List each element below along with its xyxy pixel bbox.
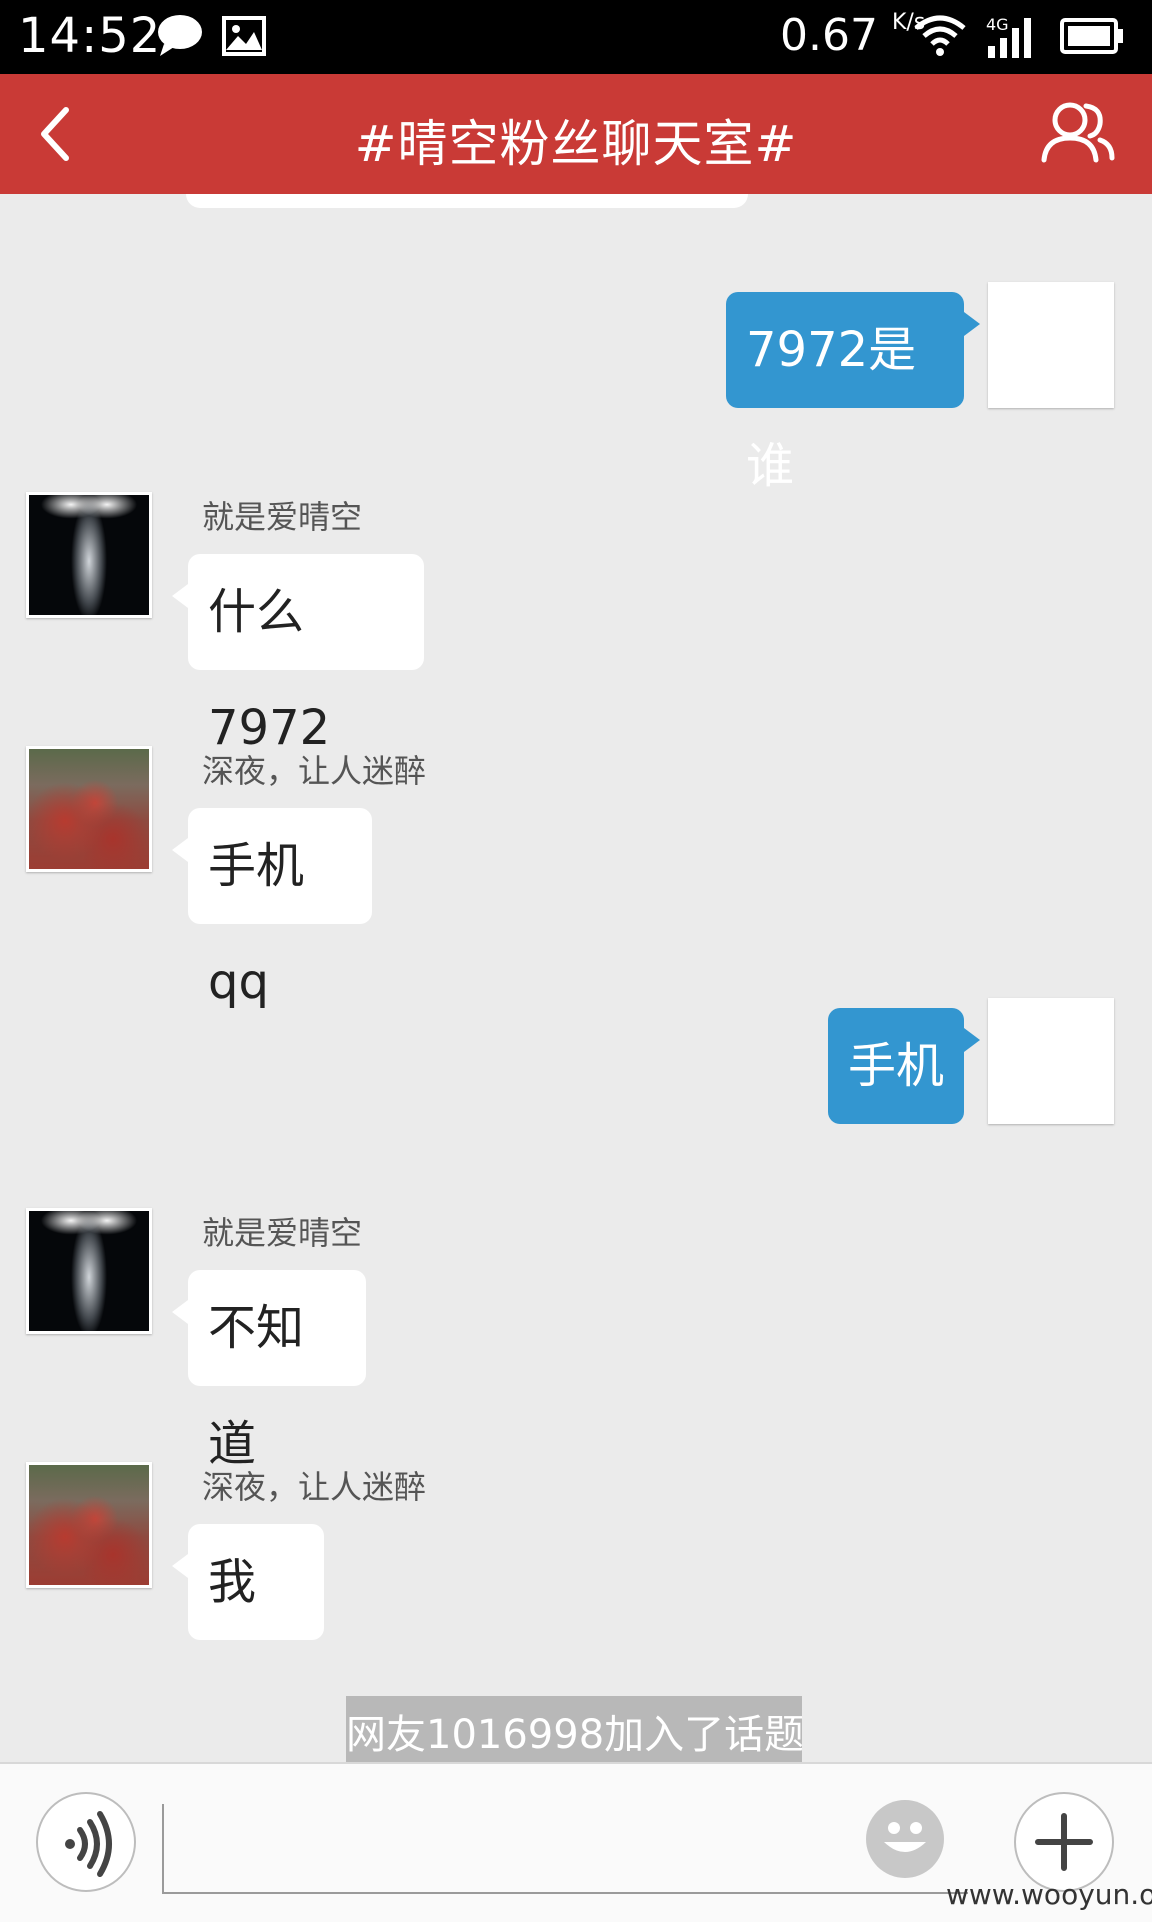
chat-bubble-icon (158, 15, 202, 56)
battery-icon (1060, 18, 1123, 54)
emoji-button[interactable] (866, 1800, 944, 1878)
sender-avatar[interactable] (26, 1462, 152, 1588)
members-icon[interactable] (1040, 100, 1116, 166)
sender-avatar[interactable] (26, 492, 152, 618)
incoming-message-bubble[interactable]: 什么7972 (172, 554, 424, 756)
network-speed: 0.67 K/s (780, 10, 925, 61)
incoming-message-bubble[interactable]: 手机qq (172, 808, 372, 1010)
previous-message-bubble (186, 194, 748, 208)
sender-avatar[interactable] (26, 746, 152, 872)
system-notice: 网友1016998加入了话题 (346, 1696, 802, 1762)
image-icon (222, 16, 266, 56)
network-type: 4G (986, 15, 1009, 34)
sender-name: 深夜，让人迷醉 (202, 1468, 427, 1506)
plus-icon (1035, 1813, 1093, 1871)
outgoing-message-bubble[interactable]: 7972是谁 (726, 292, 980, 494)
network-speed-value: 0.67 (780, 10, 878, 61)
sender-name: 就是爱晴空 (202, 1214, 363, 1252)
voice-icon (65, 1811, 112, 1877)
message-input-bar: www.wooyun.org (0, 1762, 1152, 1922)
voice-button[interactable] (36, 1792, 136, 1892)
sender-name: 就是爱晴空 (202, 498, 363, 536)
incoming-message-bubble[interactable]: 我 (172, 1524, 324, 1640)
wifi-icon (914, 15, 966, 56)
message-text-input[interactable] (162, 1804, 968, 1894)
page-title: #晴空粉丝聊天室# (354, 115, 798, 173)
status-bar: 14:52 0.67 K/s 4G (0, 0, 1152, 74)
outgoing-message-bubble[interactable]: 手机 (828, 1008, 980, 1124)
more-options-button[interactable] (1014, 1792, 1114, 1892)
status-time: 14:52 (18, 8, 162, 64)
self-avatar[interactable] (988, 998, 1114, 1124)
sender-name: 深夜，让人迷醉 (202, 752, 427, 790)
watermark: www.wooyun.org (946, 1878, 1152, 1911)
signal-icon: 4G (986, 15, 1031, 58)
chat-message-list[interactable]: 7972是谁 就是爱晴空 什么7972 深夜，让人迷醉 手机qq 手机 就是爱晴… (0, 194, 1152, 1762)
app-header: #晴空粉丝聊天室# (0, 74, 1152, 194)
incoming-message-bubble[interactable]: 不知道 (172, 1270, 366, 1472)
self-avatar[interactable] (988, 282, 1114, 408)
emoji-icon (884, 1822, 926, 1852)
sender-avatar[interactable] (26, 1208, 152, 1334)
